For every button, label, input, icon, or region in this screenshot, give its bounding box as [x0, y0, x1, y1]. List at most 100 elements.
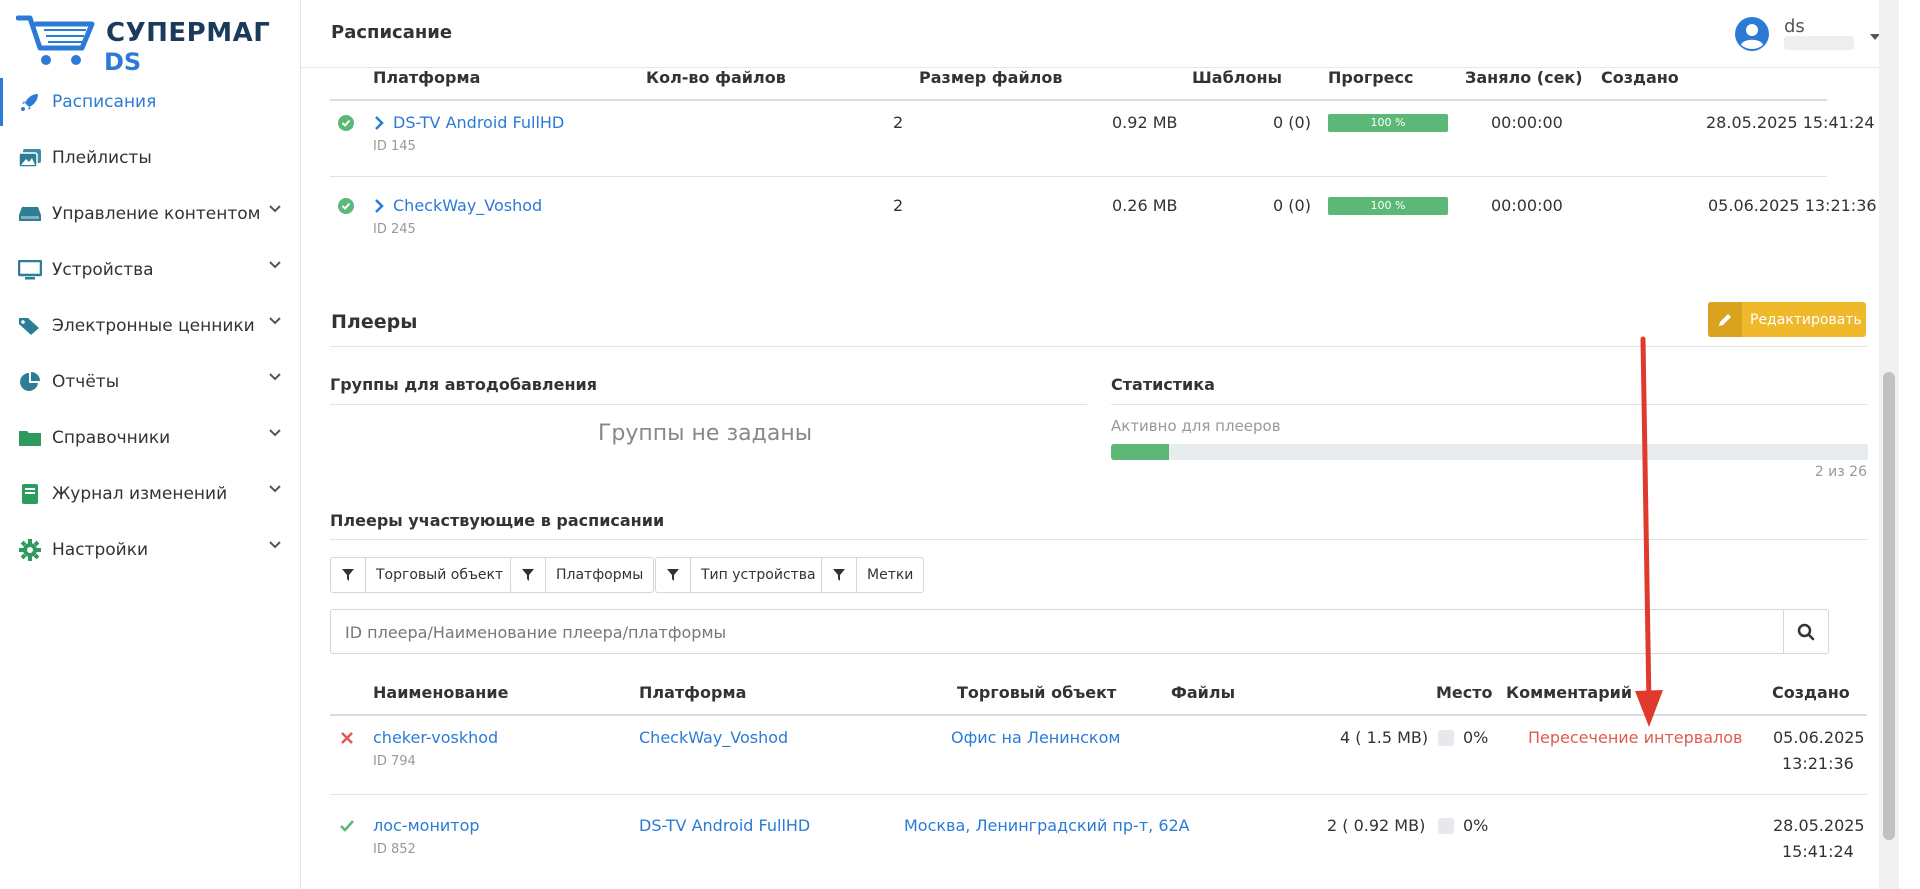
filter-tags[interactable]: Метки: [821, 557, 925, 593]
sidebar-item-schedules[interactable]: Расписания: [0, 74, 300, 130]
column-header-platform: Платформа: [373, 68, 481, 87]
sidebar-item-price-tags[interactable]: Электронные ценники: [0, 298, 300, 354]
file-count: 2: [893, 196, 904, 215]
column-header-file-size: Размер файлов: [919, 68, 1063, 87]
file-count: 2: [893, 113, 904, 132]
filter-label: Метки: [867, 567, 914, 583]
cart-logo-icon: [16, 15, 95, 65]
table-header-divider: [330, 99, 1827, 101]
filter-label: Торговый объект: [376, 567, 504, 583]
edit-button-label: Редактировать: [1750, 311, 1862, 328]
player-platform-link[interactable]: CheckWay_Voshod: [639, 728, 788, 747]
main-content: Платформа Кол-во файлов Размер файлов Ша…: [301, 0, 1899, 889]
place-checkbox[interactable]: [1438, 730, 1454, 746]
filter-trade-object[interactable]: Торговый объект: [330, 557, 515, 593]
column-header-comment: Комментарий: [1506, 683, 1633, 702]
sidebar-item-label: Журнал изменений: [52, 484, 228, 504]
created-date: 05.06.2025 13:21:36: [1708, 196, 1877, 215]
user-menu[interactable]: ds: [1734, 12, 1884, 56]
sidebar-item-devices[interactable]: Устройства: [0, 242, 300, 298]
sidebar-item-label: Расписания: [52, 92, 157, 112]
player-platform-link[interactable]: DS-TV Android FullHD: [639, 816, 810, 835]
player-name-link[interactable]: cheker-voskhod: [373, 728, 498, 747]
sidebar-item-changelog[interactable]: Журнал изменений: [0, 466, 300, 522]
player-id: ID 794: [373, 754, 416, 769]
column-header-platform: Платформа: [639, 683, 747, 702]
logo[interactable]: СУПЕРМАГ DS: [16, 10, 270, 76]
player-created-date: 28.05.2025: [1773, 816, 1865, 835]
column-header-created: Создано: [1772, 683, 1850, 702]
platform-id: ID 145: [373, 139, 416, 154]
search-button[interactable]: [1783, 610, 1828, 653]
search-icon: [1797, 623, 1815, 640]
groups-divider: [330, 404, 1087, 405]
tags-icon: [16, 315, 44, 337]
sidebar-item-reports[interactable]: Отчёты: [0, 354, 300, 410]
sidebar-item-label: Электронные ценники: [52, 316, 255, 336]
row-divider: [330, 176, 1827, 177]
chevron-down-icon: [269, 373, 281, 381]
scrollbar-thumb[interactable]: [1883, 372, 1895, 840]
user-name: ds: [1784, 16, 1805, 37]
player-search-input[interactable]: [343, 620, 1747, 644]
topbar: Расписание ds: [301, 0, 1899, 68]
player-id: ID 852: [373, 842, 416, 857]
hdd-icon: [16, 203, 44, 225]
column-header-file-count: Кол-во файлов: [646, 68, 786, 87]
players-section-title: Плееры: [331, 311, 418, 333]
stats-progress-bar: [1111, 444, 1868, 460]
column-header-created: Создано: [1601, 68, 1679, 87]
filter-icon: [331, 558, 366, 592]
sidebar-item-directories[interactable]: Справочники: [0, 410, 300, 466]
chevron-right-icon[interactable]: [374, 198, 384, 214]
player-files: 4 ( 1.5 MB): [1340, 728, 1429, 747]
folder-icon: [16, 427, 44, 449]
chevron-right-icon[interactable]: [374, 115, 384, 131]
sidebar-item-content[interactable]: Управление контентом: [0, 186, 300, 242]
progress-bar: 100 %: [1328, 114, 1448, 132]
filter-icon: [656, 558, 691, 592]
sidebar-item-settings[interactable]: Настройки: [0, 522, 300, 578]
stats-count: 2 из 26: [1814, 464, 1867, 480]
filter-platforms[interactable]: Платформы: [510, 557, 655, 593]
platform-name-link[interactable]: DS-TV Android FullHD: [393, 113, 564, 132]
avatar-icon: [1735, 17, 1769, 51]
templates-count: 0 (0): [1273, 196, 1311, 215]
player-created-time: 13:21:36: [1782, 754, 1854, 773]
edit-button[interactable]: Редактировать: [1708, 302, 1866, 337]
sidebar-item-label: Плейлисты: [52, 148, 152, 168]
pie-chart-icon: [16, 371, 44, 393]
row-divider: [330, 794, 1867, 795]
filter-icon: [822, 558, 857, 592]
sidebar: СУПЕРМАГ DS Расписания Плейлисты Управле…: [0, 0, 301, 889]
user-name-redacted: [1784, 36, 1854, 50]
progress-bar: 100 %: [1328, 197, 1448, 215]
filter-icon: [511, 558, 546, 592]
chevron-down-icon: [269, 205, 281, 213]
filter-label: Платформы: [556, 567, 644, 583]
rocket-icon: [16, 91, 44, 113]
sidebar-item-label: Управление контентом: [52, 204, 261, 224]
participants-title: Плееры участвующие в расписании: [330, 511, 665, 530]
stats-title: Статистика: [1111, 375, 1215, 394]
images-icon: [16, 147, 44, 169]
player-object-link[interactable]: Офис на Ленинском: [951, 728, 1120, 747]
column-header-trade-object: Торговый объект: [957, 683, 1117, 702]
player-object-link[interactable]: Москва, Ленинградский пр-т, 62А: [904, 816, 1190, 835]
error-x-icon: [341, 732, 353, 744]
platform-name-link[interactable]: CheckWay_Voshod: [393, 196, 542, 215]
stats-label: Активно для плееров: [1111, 417, 1281, 435]
column-header-name: Наименование: [373, 683, 509, 702]
gear-icon: [16, 539, 44, 561]
filter-label: Тип устройства: [701, 567, 816, 583]
sidebar-item-playlists[interactable]: Плейлисты: [0, 130, 300, 186]
place-checkbox[interactable]: [1438, 818, 1454, 834]
column-header-files: Файлы: [1171, 683, 1236, 702]
scrollbar[interactable]: [1879, 0, 1899, 889]
groups-empty-text: Группы не заданы: [598, 421, 813, 446]
filter-device-type[interactable]: Тип устройства: [655, 557, 827, 593]
sidebar-nav: Расписания Плейлисты Управление контенто…: [0, 74, 300, 578]
player-name-link[interactable]: лос-монитор: [373, 816, 480, 835]
column-header-place: Место: [1436, 683, 1493, 702]
player-files: 2 ( 0.92 MB): [1327, 816, 1426, 835]
